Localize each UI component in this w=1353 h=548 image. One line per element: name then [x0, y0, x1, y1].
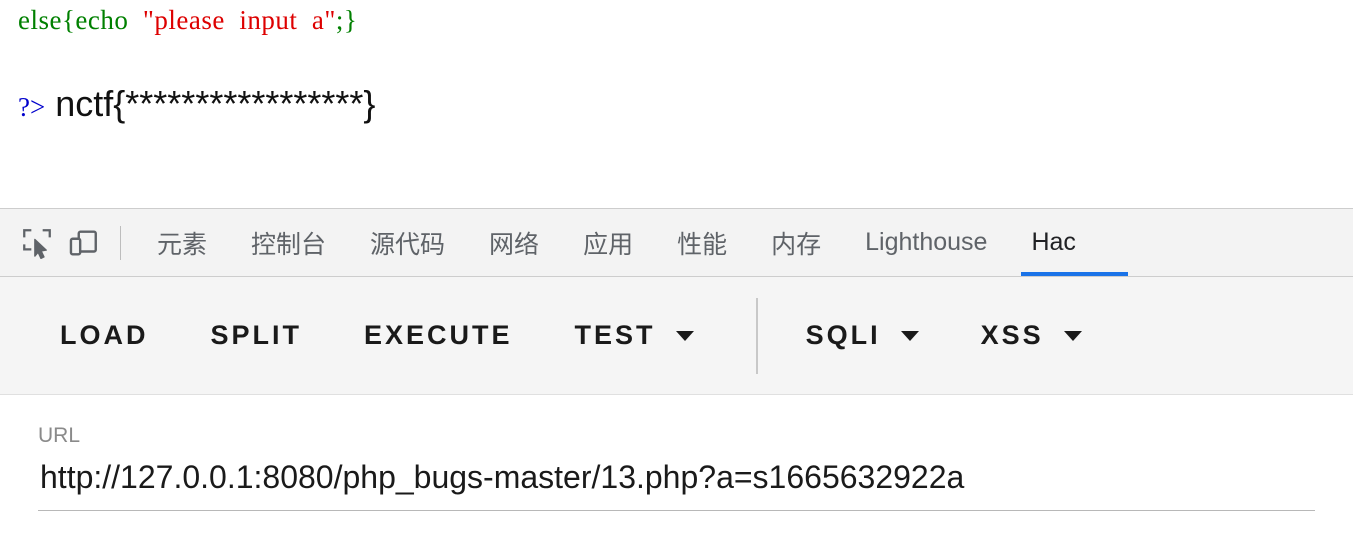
- screenshot-root: else{echo "please input a";} ?> nctf{****…: [0, 0, 1353, 548]
- chevron-down-icon: [1063, 330, 1082, 341]
- tab-label: Hac: [1031, 228, 1076, 256]
- button-label: TEST: [574, 320, 656, 350]
- tab-label: 源代码: [370, 230, 446, 259]
- devtools-tab-network[interactable]: 网络: [467, 209, 561, 276]
- devtools-tab-sources[interactable]: 源代码: [348, 209, 467, 276]
- chevron-down-icon: [675, 330, 694, 341]
- device-toolbar-icon[interactable]: [60, 220, 106, 266]
- ctf-flag-text: nctf{*****************}: [55, 83, 376, 124]
- hackbar-xss-dropdown[interactable]: XSS: [981, 310, 1082, 361]
- button-label: XSS: [980, 320, 1044, 350]
- hackbar-body: URL: [0, 395, 1353, 548]
- php-source-line-else: else{echo "please input a";}: [18, 5, 357, 35]
- tab-label: 应用: [583, 230, 634, 259]
- button-label: SPLIT: [210, 320, 303, 350]
- devtools-tab-application[interactable]: 应用: [561, 209, 655, 276]
- hackbar-execute-button[interactable]: EXECUTE: [364, 310, 513, 361]
- devtools-tab-elements[interactable]: 元素: [135, 209, 229, 276]
- hackbar-test-dropdown[interactable]: TEST: [575, 310, 694, 361]
- tab-label: 内存: [771, 230, 822, 259]
- devtools-tab-memory[interactable]: 内存: [749, 209, 843, 276]
- url-input[interactable]: [38, 455, 1315, 511]
- hackbar-toolbar-divider: [755, 297, 758, 374]
- devtools-tab-lighthouse[interactable]: Lighthouse: [843, 209, 1009, 276]
- browser-page-content: else{echo "please input a";} ?> nctf{****…: [0, 0, 1353, 208]
- devtools-panel: 元素 控制台 源代码 网络 应用 性能 内存 Lighthouse Hac LO…: [0, 208, 1353, 548]
- hackbar-toolbar: LOAD SPLIT EXECUTE TEST SQLI XSS: [0, 277, 1353, 395]
- hackbar-load-button[interactable]: LOAD: [60, 310, 149, 361]
- tab-label: 控制台: [251, 230, 327, 259]
- button-label: LOAD: [60, 320, 149, 350]
- chevron-down-icon: [900, 330, 919, 341]
- devtools-tabstrip: 元素 控制台 源代码 网络 应用 性能 内存 Lighthouse Hac: [0, 209, 1353, 277]
- url-field-label: URL: [38, 424, 81, 447]
- php-token-else-echo: else{echo: [18, 5, 129, 35]
- devtools-tab-hackbar[interactable]: Hac: [1009, 209, 1129, 276]
- hackbar-split-button[interactable]: SPLIT: [211, 310, 303, 361]
- flag-output-line: ?> nctf{*****************}: [18, 83, 375, 133]
- php-token-terminator: ;}: [335, 5, 358, 35]
- tab-label: 元素: [157, 230, 208, 259]
- button-label: EXECUTE: [364, 320, 513, 350]
- php-close-tag: ?>: [18, 92, 46, 122]
- tab-label: Lighthouse: [865, 228, 988, 256]
- inspect-element-icon[interactable]: [14, 220, 60, 266]
- devtools-tab-performance[interactable]: 性能: [655, 209, 749, 276]
- hackbar-sqli-dropdown[interactable]: SQLI: [806, 310, 919, 361]
- devtools-tab-console[interactable]: 控制台: [229, 209, 348, 276]
- toolbar-divider: [120, 225, 121, 260]
- button-label: SQLI: [805, 320, 881, 350]
- tab-label: 性能: [677, 230, 728, 259]
- tab-label: 网络: [489, 230, 540, 259]
- php-token-string: "please input a": [128, 5, 336, 35]
